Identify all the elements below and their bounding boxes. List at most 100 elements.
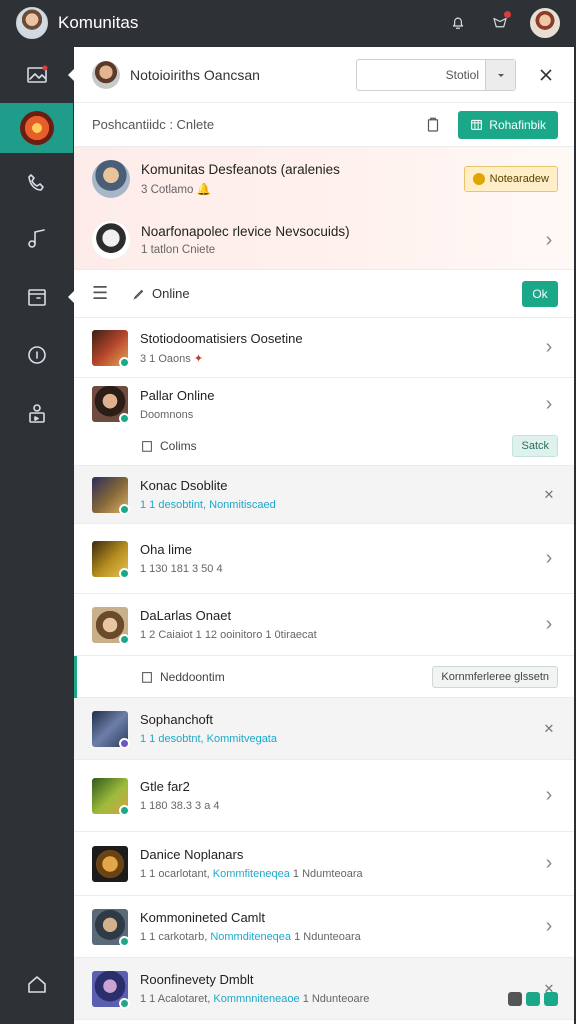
item-sub: 3 1 Oaons ✦	[140, 352, 204, 365]
pinned-sub: 3 Cotlamo 🔔	[141, 184, 211, 196]
status-badges	[508, 992, 558, 1006]
list-item[interactable]: Pallar Online Doomnons ›	[74, 378, 574, 426]
panel-header: Notoioiriths Oancsan	[74, 47, 574, 103]
collapse-icon[interactable]: ✕	[540, 487, 558, 503]
online-indicator	[119, 503, 130, 515]
ok-button[interactable]: Ok	[522, 280, 558, 307]
collapse-icon[interactable]: ✕	[540, 721, 558, 737]
user-avatar[interactable]	[16, 7, 48, 39]
game-avatar	[92, 606, 130, 645]
badge-icon[interactable]	[526, 992, 540, 1006]
app-title: Komunitas	[58, 13, 139, 32]
list-item[interactable]: Sophanchoft 1 1 desobtnt, Kommitvegata ✕	[74, 698, 574, 760]
search-box[interactable]	[356, 58, 516, 91]
item-sub: 1 1 desobtint, Nonmitiscaed	[140, 499, 276, 511]
sidebar-item-calendar[interactable]	[0, 272, 74, 322]
game-avatar	[92, 386, 130, 424]
pinned-title: Noarfonapolec rlevice Nevsocuids)	[141, 224, 350, 239]
top-bar: Komunitas	[0, 0, 576, 46]
community-avatar	[92, 160, 130, 198]
notifications-icon[interactable]	[488, 11, 512, 35]
profile-avatar[interactable]	[530, 8, 560, 38]
sidebar-item-user[interactable]	[0, 388, 73, 438]
clipboard-icon[interactable]	[422, 114, 444, 136]
chevron-right-icon[interactable]: ›	[540, 336, 558, 359]
item-sub: 1 1 Acalotaret, Kommnniteneaoe 1 Ndunteo…	[140, 993, 370, 1005]
item-detail-row: Colims Satck	[74, 426, 574, 466]
badge-icon[interactable]	[544, 992, 558, 1006]
primary-action-label: Rohafinbik	[489, 117, 546, 132]
list-item[interactable]: Stotiodoomatisiers Oosetine 3 1 Oaons ✦ …	[74, 318, 574, 378]
chevron-right-icon[interactable]: ›	[540, 915, 558, 938]
search-input[interactable]	[357, 60, 485, 89]
detail-text: Colims	[140, 439, 512, 453]
chevron-down-icon[interactable]	[485, 59, 515, 90]
item-sub: 1 1 ocarlotant, Kommfiteneqea 1 Ndumteoa…	[140, 868, 363, 880]
select-button[interactable]: Satck	[512, 434, 558, 457]
expanded-group: DaLarlas Onaet 1 2 Caiaiot 1 12 ooinitor…	[74, 594, 574, 698]
game-avatar	[92, 970, 130, 1009]
online-indicator	[119, 567, 130, 579]
mask-avatar	[92, 221, 130, 259]
close-button[interactable]	[534, 63, 558, 87]
online-filter[interactable]: Online	[132, 286, 522, 301]
status-row: Poshcantiidc : Cnlete Rohafinbik	[74, 103, 574, 147]
game-avatar	[92, 845, 128, 882]
item-sub: 1 180 38.3 3 a 4	[140, 800, 220, 812]
user-card-icon	[28, 404, 45, 423]
item-sub: 1 130 181 3 50 4	[140, 563, 223, 575]
game-avatar	[92, 476, 130, 515]
item-detail-row: Neddoontim Kornmferleree glssetn	[74, 656, 574, 698]
notification-badge	[504, 11, 511, 18]
sidebar-item-info[interactable]	[0, 330, 73, 380]
sidebar-item-community[interactable]	[0, 103, 73, 153]
sidebar-item-music[interactable]	[0, 214, 73, 264]
game-avatar	[92, 710, 130, 749]
list-item[interactable]: Kommonineted Camlt 1 1 carkotarb, Nommdi…	[74, 896, 574, 958]
online-indicator	[119, 737, 130, 749]
online-indicator	[119, 633, 130, 645]
item-title: Gtle far2	[140, 779, 190, 794]
select-button[interactable]: Kornmferleree glssetn	[432, 665, 558, 688]
game-avatar	[92, 777, 130, 816]
smile-icon	[472, 173, 485, 185]
primary-action-button[interactable]: Rohafinbik	[458, 110, 558, 139]
music-icon	[27, 229, 45, 248]
sidebar-item-voice[interactable]	[0, 158, 73, 208]
notification-button[interactable]: Notearadew	[463, 166, 558, 192]
online-indicator	[119, 804, 130, 816]
community-panel: Notoioiriths Oancsan Poshcantiidc : Cnle…	[74, 47, 574, 1024]
member-name: Notoioiriths Oancsan	[130, 66, 260, 83]
item-sub: 1 2 Caiaiot 1 12 ooinitoro 1 0tiraecat	[140, 629, 317, 641]
list-item[interactable]: Danice Noplanars 1 1 ocarlotant, Kommfit…	[74, 832, 574, 896]
pencil-icon	[133, 289, 144, 300]
menu-icon[interactable]: ☰	[92, 283, 110, 304]
list-item[interactable]: Roonfinevety Dmblt 1 1 Acalotaret, Kommn…	[74, 958, 574, 1020]
item-title: Oha lime	[140, 542, 193, 557]
calendar-icon	[27, 289, 46, 306]
badge-icon[interactable]	[508, 992, 522, 1006]
item-title: Konac Dsoblite	[140, 478, 228, 493]
list-item[interactable]: Gtle far2 1 180 38.3 3 a 4 ›	[74, 760, 574, 832]
item-title: Stotiodoomatisiers Oosetine	[140, 330, 303, 346]
home-button[interactable]	[0, 968, 73, 1000]
bell-icon[interactable]	[446, 11, 470, 35]
chevron-right-icon[interactable]: ›	[540, 229, 558, 252]
chevron-right-icon[interactable]: ›	[540, 613, 558, 636]
member-avatar[interactable]	[92, 60, 120, 89]
chevron-right-icon[interactable]: ›	[540, 784, 558, 807]
chevron-right-icon[interactable]: ›	[540, 852, 558, 875]
item-title: Kommonineted Camlt	[140, 910, 265, 925]
list-item[interactable]: Konac Dsoblite 1 1 desobtint, Nonmitisca…	[74, 466, 574, 524]
chevron-right-icon[interactable]: ›	[540, 393, 558, 416]
pinned-item[interactable]: Komunitas Desfeanots (aralenies 3 Cotlam…	[74, 147, 574, 211]
item-sub: 1 1 desobtnt, Kommitvegata	[140, 733, 277, 745]
list-item[interactable]: DaLarlas Onaet 1 2 Caiaiot 1 12 ooinitor…	[74, 594, 574, 656]
game-avatar	[92, 540, 130, 579]
clipboard-icon	[142, 671, 152, 683]
chevron-right-icon[interactable]: ›	[540, 547, 558, 570]
list-item[interactable]: Oha lime 1 130 181 3 50 4 ›	[74, 524, 574, 594]
item-title: Pallar Online	[140, 387, 215, 403]
pinned-item[interactable]: Noarfonapolec rlevice Nevsocuids) 1 tatl…	[74, 211, 574, 269]
sidebar-item-media[interactable]	[0, 50, 74, 100]
